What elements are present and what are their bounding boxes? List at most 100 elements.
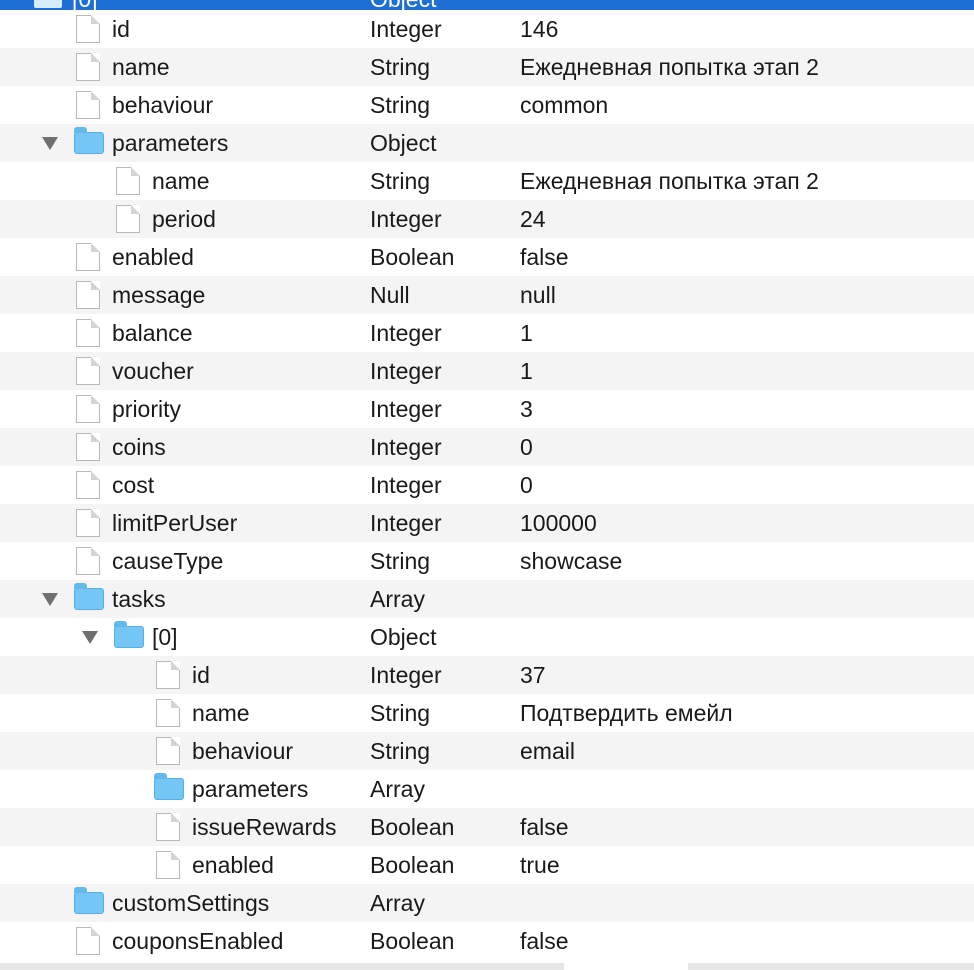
- tree-row[interactable]: couponsEnabled Boolean false: [0, 922, 974, 960]
- row-value[interactable]: 100000: [520, 510, 597, 536]
- document-icon: [76, 927, 100, 955]
- document-icon: [116, 205, 140, 233]
- tree-row[interactable]: message Null null: [0, 276, 974, 314]
- row-type: String: [370, 738, 431, 764]
- row-type: Boolean: [370, 814, 455, 840]
- tree-row[interactable]: name String Ежедневная попытка этап 2: [0, 162, 974, 200]
- row-value[interactable]: false: [520, 244, 569, 270]
- row-key: balance: [112, 320, 193, 346]
- folder-icon: [34, 0, 62, 8]
- tree-row[interactable]: voucher Integer 1: [0, 352, 974, 390]
- row-type: Integer: [370, 320, 442, 346]
- row-value[interactable]: 0: [520, 472, 533, 498]
- row-type: Integer: [370, 206, 442, 232]
- row-value[interactable]: Подтвердить емейл: [520, 700, 733, 726]
- folder-icon: [74, 127, 104, 154]
- tree-row[interactable]: causeType String showcase: [0, 542, 974, 580]
- tree-row[interactable]: tasks Array: [0, 580, 974, 618]
- tree-row[interactable]: limitPerUser Integer 100000: [0, 504, 974, 542]
- row-type: Integer: [370, 358, 442, 384]
- row-type: Integer: [370, 510, 442, 536]
- row-type: Integer: [370, 396, 442, 422]
- row-key: tasks: [112, 586, 166, 612]
- tree-row[interactable]: issueRewards Boolean false: [0, 808, 974, 846]
- folder-icon: [74, 887, 104, 914]
- tree-row[interactable]: enabled Boolean true: [0, 846, 974, 884]
- row-key: behaviour: [192, 738, 294, 764]
- row-key: enabled: [192, 852, 274, 878]
- row-key: issueRewards: [192, 814, 337, 840]
- folder-icon: [154, 773, 184, 800]
- tree-row[interactable]: cost Integer 0: [0, 466, 974, 504]
- row-value[interactable]: common: [520, 92, 608, 118]
- row-value[interactable]: false: [520, 814, 569, 840]
- row-type: Array: [370, 586, 425, 612]
- tree-row[interactable]: name String Ежедневная попытка этап 2: [0, 48, 974, 86]
- row-value[interactable]: showcase: [520, 548, 622, 574]
- selected-row-header[interactable]: [0] Object: [0, 0, 974, 10]
- row-type: Object: [370, 624, 437, 650]
- row-type: Integer: [370, 662, 442, 688]
- tree-row[interactable]: priority Integer 3: [0, 390, 974, 428]
- row-value[interactable]: true: [520, 852, 560, 878]
- row-value[interactable]: email: [520, 738, 575, 764]
- tree-row[interactable]: customSettings Array: [0, 884, 974, 922]
- disclosure-triangle-icon[interactable]: [42, 137, 58, 150]
- row-type: String: [370, 168, 431, 194]
- row-type: Integer: [370, 16, 442, 42]
- document-icon: [156, 699, 180, 727]
- folder-icon: [114, 621, 144, 648]
- tree-row[interactable]: parameters Object: [0, 124, 974, 162]
- row-type: String: [370, 92, 431, 118]
- tree-row[interactable]: id Integer 146: [0, 10, 974, 48]
- row-key: coins: [112, 434, 166, 460]
- selected-row-type: Object: [370, 0, 436, 10]
- row-value[interactable]: 37: [520, 662, 546, 688]
- row-type: String: [370, 548, 431, 574]
- row-key: customSettings: [112, 890, 270, 916]
- document-icon: [76, 91, 100, 119]
- row-key: voucher: [112, 358, 194, 384]
- row-type: Integer: [370, 472, 442, 498]
- tree-row[interactable]: balance Integer 1: [0, 314, 974, 352]
- row-key: period: [152, 206, 216, 232]
- row-value[interactable]: 0: [520, 434, 533, 460]
- row-key: parameters: [192, 776, 309, 802]
- tree-row[interactable]: enabled Boolean false: [0, 238, 974, 276]
- tree-row[interactable]: period Integer 24: [0, 200, 974, 238]
- folder-icon: [74, 583, 104, 610]
- row-value[interactable]: 1: [520, 320, 533, 346]
- row-value[interactable]: null: [520, 282, 556, 308]
- row-value[interactable]: 146: [520, 16, 558, 42]
- document-icon: [156, 851, 180, 879]
- tree-row[interactable]: parameters Array: [0, 770, 974, 808]
- row-value[interactable]: 24: [520, 206, 546, 232]
- document-icon: [76, 433, 100, 461]
- row-key: name: [192, 700, 250, 726]
- row-value[interactable]: Ежедневная попытка этап 2: [520, 168, 819, 194]
- tree-row[interactable]: [0] Object: [0, 618, 974, 656]
- document-icon: [76, 319, 100, 347]
- tree-row[interactable]: behaviour String common: [0, 86, 974, 124]
- document-icon: [156, 737, 180, 765]
- row-key: name: [112, 54, 170, 80]
- row-value[interactable]: 1: [520, 358, 533, 384]
- row-type: Boolean: [370, 244, 455, 270]
- disclosure-triangle-icon[interactable]: [82, 631, 98, 644]
- tree-row[interactable]: id Integer 37: [0, 656, 974, 694]
- document-icon: [156, 661, 180, 689]
- tree-row[interactable]: name String Подтвердить емейл: [0, 694, 974, 732]
- horizontal-scrollbar[interactable]: [0, 963, 974, 970]
- row-value[interactable]: Ежедневная попытка этап 2: [520, 54, 819, 80]
- row-key: parameters: [112, 130, 229, 156]
- tree-row[interactable]: coins Integer 0: [0, 428, 974, 466]
- disclosure-triangle-icon[interactable]: [42, 593, 58, 606]
- tree-row[interactable]: behaviour String email: [0, 732, 974, 770]
- document-icon: [76, 15, 100, 43]
- row-key: id: [112, 16, 130, 42]
- document-icon: [76, 243, 100, 271]
- row-value[interactable]: 3: [520, 396, 533, 422]
- scrollbar-thumb[interactable]: [564, 963, 688, 970]
- row-value[interactable]: false: [520, 928, 569, 954]
- row-type: Object: [370, 130, 437, 156]
